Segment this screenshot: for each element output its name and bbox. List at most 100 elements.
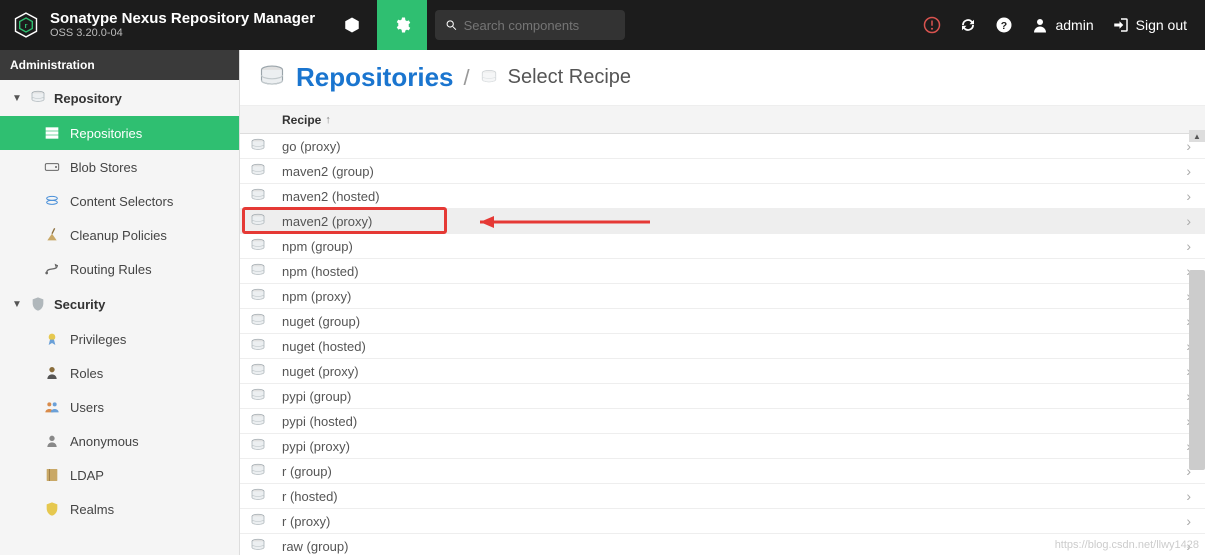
table-row[interactable]: r (hosted) › xyxy=(240,484,1205,509)
table-row[interactable]: maven2 (hosted) › xyxy=(240,184,1205,209)
recipe-label: nuget (hosted) xyxy=(282,339,1186,354)
database-icon xyxy=(250,263,266,279)
sidebar-item-repositories[interactable]: Repositories xyxy=(0,116,239,150)
layers-icon xyxy=(44,193,60,209)
recipe-label: pypi (group) xyxy=(282,389,1186,404)
database-icon xyxy=(250,538,266,554)
table-row[interactable]: npm (proxy) › xyxy=(240,284,1205,309)
admin-button[interactable] xyxy=(377,0,427,50)
database-icon xyxy=(30,90,46,106)
username: admin xyxy=(1055,17,1093,33)
svg-text:r: r xyxy=(25,21,28,30)
nexus-logo-icon: r xyxy=(12,11,40,39)
sidebar-item-users[interactable]: Users xyxy=(0,390,239,424)
database-icon xyxy=(250,463,266,479)
sidebar-item-routing-rules[interactable]: Routing Rules xyxy=(0,252,239,286)
search-input[interactable] xyxy=(464,18,616,33)
table-row[interactable]: go (proxy) › xyxy=(240,134,1205,159)
person-tie-icon xyxy=(44,365,60,381)
nav-group-repository[interactable]: ▼ Repository xyxy=(0,80,239,116)
logo-area: r Sonatype Nexus Repository Manager OSS … xyxy=(0,11,327,40)
table-row[interactable]: r (group) › xyxy=(240,459,1205,484)
sidebar-item-privileges[interactable]: Privileges xyxy=(0,322,239,356)
recipe-label: nuget (group) xyxy=(282,314,1186,329)
table-row[interactable]: nuget (proxy) › xyxy=(240,359,1205,384)
sidebar-item-blob-stores[interactable]: Blob Stores xyxy=(0,150,239,184)
database-icon xyxy=(250,413,266,429)
table-row[interactable]: pypi (proxy) › xyxy=(240,434,1205,459)
table-row[interactable]: pypi (group) › xyxy=(240,384,1205,409)
shield-icon xyxy=(30,296,46,312)
chevron-right-icon: › xyxy=(1186,213,1191,229)
database-icon xyxy=(250,363,266,379)
page-subtitle: Select Recipe xyxy=(508,66,631,89)
table-row[interactable]: pypi (hosted) › xyxy=(240,409,1205,434)
table-row[interactable]: nuget (group) › xyxy=(240,309,1205,334)
svg-text:?: ? xyxy=(1001,20,1007,32)
sort-asc-icon: ↑ xyxy=(325,114,331,126)
nav-group-security[interactable]: ▼ Security xyxy=(0,286,239,322)
database-icon xyxy=(250,488,266,504)
recipe-label: r (group) xyxy=(282,464,1186,479)
recipe-label: npm (hosted) xyxy=(282,264,1186,279)
chevron-right-icon: › xyxy=(1186,488,1191,504)
table-row[interactable]: nuget (hosted) › xyxy=(240,334,1205,359)
caret-down-icon: ▼ xyxy=(12,299,22,310)
chevron-right-icon: › xyxy=(1186,163,1191,179)
sidebar: Administration ▼ Repository Repositories… xyxy=(0,50,240,555)
table-row[interactable]: r (proxy) › xyxy=(240,509,1205,534)
breadcrumb: Repositories / Select Recipe xyxy=(240,50,1205,106)
users-icon xyxy=(44,399,60,415)
sidebar-item-content-selectors[interactable]: Content Selectors xyxy=(0,184,239,218)
anonymous-icon xyxy=(44,433,60,449)
broom-icon xyxy=(44,227,60,243)
database-icon xyxy=(250,388,266,404)
chevron-right-icon: › xyxy=(1186,513,1191,529)
chevron-right-icon: › xyxy=(1186,238,1191,254)
database-icon xyxy=(250,163,266,179)
database-icon xyxy=(250,338,266,354)
app-version: OSS 3.20.0-04 xyxy=(50,27,315,39)
breadcrumb-separator: / xyxy=(464,65,470,91)
table-row[interactable]: npm (group) › xyxy=(240,234,1205,259)
table-row[interactable]: maven2 (group) › xyxy=(240,159,1205,184)
signout-icon xyxy=(1112,16,1130,34)
recipe-label: pypi (proxy) xyxy=(282,439,1186,454)
sidebar-item-realms[interactable]: Realms xyxy=(0,492,239,526)
database-icon xyxy=(250,288,266,304)
recipe-label: maven2 (group) xyxy=(282,164,1186,179)
gear-icon xyxy=(393,16,411,34)
signout-button[interactable]: Sign out xyxy=(1112,16,1187,34)
sidebar-item-ldap[interactable]: LDAP xyxy=(0,458,239,492)
page-title[interactable]: Repositories xyxy=(296,62,454,93)
routing-icon xyxy=(44,261,60,277)
watermark: https://blog.csdn.net/llwy1428 xyxy=(1055,539,1199,551)
database-icon xyxy=(250,438,266,454)
recipe-label: nuget (proxy) xyxy=(282,364,1186,379)
alert-icon[interactable] xyxy=(923,16,941,34)
cube-icon xyxy=(343,16,361,34)
user-menu[interactable]: admin xyxy=(1031,16,1093,34)
shield-small-icon xyxy=(44,501,60,517)
sidebar-item-anonymous[interactable]: Anonymous xyxy=(0,424,239,458)
table-row[interactable]: npm (hosted) › xyxy=(240,259,1205,284)
search-box[interactable] xyxy=(435,10,625,40)
table-header[interactable]: Recipe ↑ xyxy=(240,106,1205,134)
sidebar-item-roles[interactable]: Roles xyxy=(0,356,239,390)
refresh-icon[interactable] xyxy=(959,16,977,34)
browse-button[interactable] xyxy=(327,0,377,50)
scroll-up-icon[interactable]: ▲ xyxy=(1189,130,1205,142)
sidebar-item-cleanup-policies[interactable]: Cleanup Policies xyxy=(0,218,239,252)
table-row[interactable]: maven2 (proxy) › xyxy=(240,209,1205,234)
scrollbar-thumb[interactable] xyxy=(1189,270,1205,470)
app-header: r Sonatype Nexus Repository Manager OSS … xyxy=(0,0,1205,50)
hdd-icon xyxy=(44,159,60,175)
recipe-label: maven2 (proxy) xyxy=(282,214,1186,229)
recipe-label: npm (group) xyxy=(282,239,1186,254)
database-icon xyxy=(250,238,266,254)
recipe-label: r (hosted) xyxy=(282,489,1186,504)
help-icon[interactable]: ? xyxy=(995,16,1013,34)
caret-down-icon: ▼ xyxy=(12,93,22,104)
chevron-right-icon: › xyxy=(1186,188,1191,204)
database-icon xyxy=(480,69,498,87)
